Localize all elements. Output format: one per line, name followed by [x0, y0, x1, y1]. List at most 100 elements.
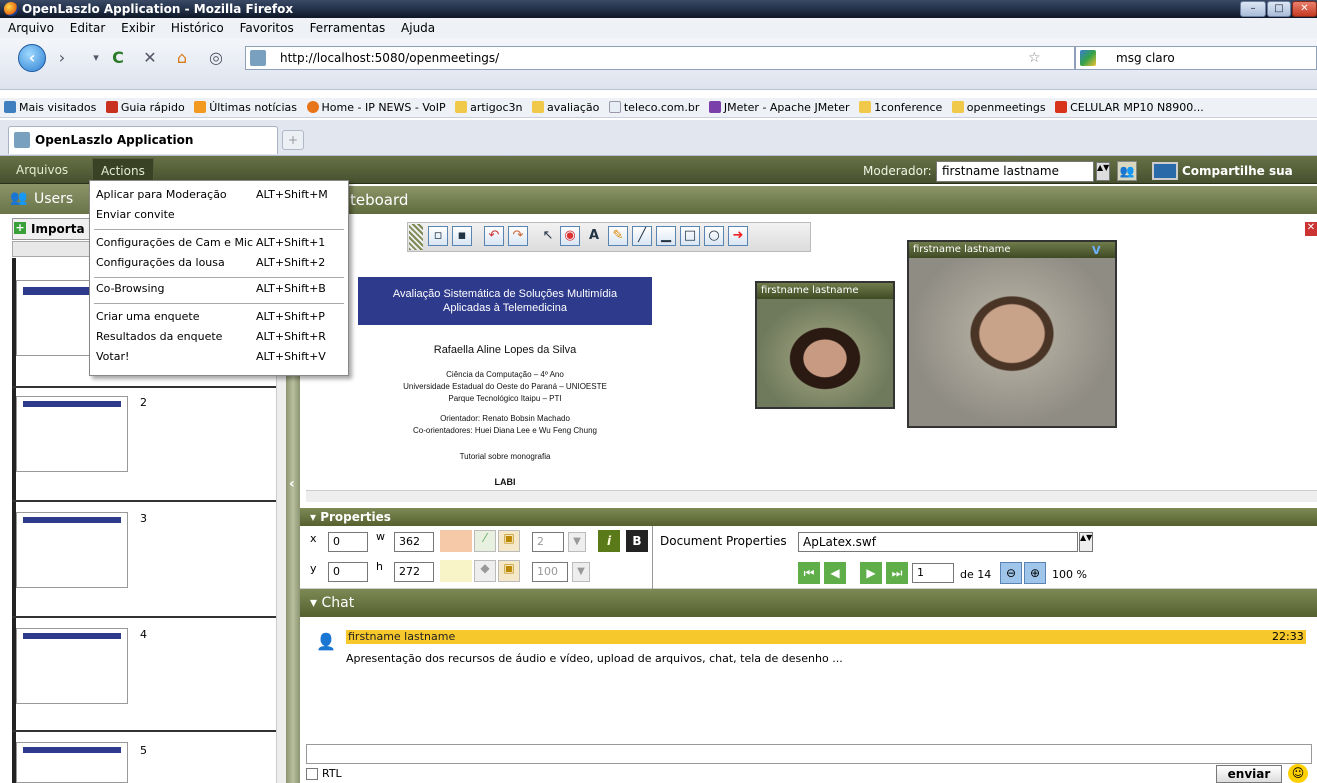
undo-icon[interactable]: ↶ [484, 226, 504, 246]
star-icon[interactable]: ☆ [1028, 50, 1041, 66]
emoticon-icon[interactable]: ☺ [1288, 764, 1308, 783]
search-input[interactable]: msg claro [1075, 46, 1317, 70]
back-button[interactable]: ‹ [18, 44, 46, 72]
forward-icon[interactable]: › [52, 48, 72, 68]
close-whiteboard-icon[interactable]: ✕ [1305, 222, 1317, 236]
chat-header[interactable]: ▾ Chat [300, 589, 1317, 617]
menu-arquivo[interactable]: Arquivo [8, 21, 54, 35]
bookmark-item[interactable]: Mais visitados [4, 98, 96, 117]
whiteboard-hscrollbar[interactable] [306, 490, 1317, 502]
search-engine-icon[interactable] [1080, 50, 1096, 66]
menu-exibir[interactable]: Exibir [121, 21, 155, 35]
bookmark-item[interactable]: Guia rápido [105, 98, 185, 117]
security-icon[interactable]: ◎ [206, 48, 226, 68]
new-page-icon[interactable]: ▫ [428, 226, 448, 246]
lock-icon[interactable]: ▣ [498, 530, 520, 552]
italic-icon[interactable]: i [598, 530, 620, 552]
users-icon[interactable]: 👥 [1117, 161, 1137, 181]
rtl-checkbox[interactable] [306, 768, 318, 780]
new-tab-button[interactable]: + [282, 130, 304, 150]
edit-color-icon[interactable]: ⁄ [474, 530, 496, 552]
ellipse-icon[interactable]: ○ [704, 226, 724, 246]
menu-ferramentas[interactable]: Ferramentas [310, 21, 386, 35]
maximize-button[interactable]: □ [1267, 1, 1291, 17]
line-color-swatch[interactable] [440, 530, 472, 552]
opacity-dropdown-icon[interactable]: ▼ [572, 562, 590, 582]
select-arrows-icon[interactable]: ▲▼ [1096, 162, 1110, 181]
menu-favoritos[interactable]: Favoritos [240, 21, 294, 35]
arrow-icon[interactable]: ➜ [728, 226, 748, 246]
fill-edit-icon[interactable]: ◆ [474, 560, 496, 582]
bookmark-item[interactable]: JMeter - Apache JMeter [708, 98, 850, 117]
next-page-icon[interactable]: ▶ [860, 562, 882, 584]
chat-input[interactable] [306, 744, 1312, 764]
menu-co-browsing[interactable]: Co-Browsing ALT+Shift+B [96, 279, 342, 299]
menu-actions[interactable]: Actions [92, 158, 154, 182]
menu-editar[interactable]: Editar [70, 21, 106, 35]
minimize-button[interactable]: – [1240, 1, 1266, 17]
first-page-icon[interactable]: ⏮ [798, 562, 820, 584]
underline-icon[interactable]: ▁ [656, 226, 676, 246]
menu-cam-mic-settings[interactable]: Configurações de Cam e Mic ALT+Shift+1 [96, 233, 342, 253]
menu-whiteboard-settings[interactable]: Configurações da lousa ALT+Shift+2 [96, 253, 342, 273]
document-select[interactable]: ApLatex.swf [798, 532, 1078, 552]
w-input[interactable]: 362 [394, 532, 434, 552]
bookmark-item[interactable]: Home - IP NEWS - VoIP [306, 98, 446, 117]
bold-icon[interactable]: B [626, 530, 648, 552]
bookmark-folder[interactable]: 1conference [859, 98, 942, 117]
menu-arquivos[interactable]: Arquivos [8, 158, 76, 182]
rectangle-icon[interactable]: □ [680, 226, 700, 246]
divider [652, 526, 653, 589]
collapse-arrow-icon[interactable]: ‹ [289, 476, 295, 492]
stroke-input[interactable]: 2 [532, 532, 564, 552]
send-button[interactable]: enviar [1216, 765, 1282, 783]
pointer-icon[interactable]: ↖ [538, 226, 558, 246]
last-page-icon[interactable]: ⏭ [886, 562, 908, 584]
pencil-icon[interactable]: ✎ [608, 226, 628, 246]
bookmark-folder[interactable]: openmeetings [951, 98, 1046, 117]
collapse-video-icon[interactable]: V [1092, 244, 1101, 257]
stop-icon[interactable]: ✕ [140, 48, 160, 68]
menu-send-invite[interactable]: Enviar convite [96, 205, 342, 225]
bookmark-item[interactable]: Últimas notícias [194, 98, 297, 117]
slide-line: Tutorial sobre monografia [459, 452, 551, 461]
history-dropdown-icon[interactable]: ▾ [86, 48, 106, 68]
reload-icon[interactable]: C [108, 48, 128, 68]
y-input[interactable]: 0 [328, 562, 368, 582]
zoom-tool-icon[interactable]: ◉ [560, 226, 580, 246]
video-pod-1[interactable]: firstname lastname [755, 281, 895, 409]
stroke-dropdown-icon[interactable]: ▼ [568, 532, 586, 552]
toolbar-grip[interactable] [409, 224, 423, 250]
opacity-input[interactable]: 100 [532, 562, 568, 582]
bookmark-item[interactable]: CELULAR MP10 N8900... [1055, 98, 1204, 117]
text-tool-icon[interactable]: A [584, 226, 604, 246]
menu-poll-results[interactable]: Resultados da enquete ALT+Shift+R [96, 327, 342, 347]
select-arrows-icon[interactable]: ▲▼ [1079, 532, 1093, 552]
x-input[interactable]: 0 [328, 532, 368, 552]
url-input[interactable]: http://localhost:5080/openmeetings/ [245, 46, 1075, 70]
page-input[interactable]: 1 [912, 563, 954, 583]
save-icon[interactable]: ▪ [452, 226, 472, 246]
h-input[interactable]: 272 [394, 562, 434, 582]
fill-color-swatch[interactable] [440, 560, 472, 582]
menu-apply-moderation[interactable]: Aplicar para Moderação ALT+Shift+M [96, 185, 342, 205]
bookmark-folder[interactable]: artigoc3n [455, 98, 522, 117]
bookmark-item[interactable]: teleco.com.br [608, 98, 699, 117]
prev-page-icon[interactable]: ◀ [824, 562, 846, 584]
zoom-in-icon[interactable]: ⊕ [1024, 562, 1046, 584]
menu-vote[interactable]: Votar! ALT+Shift+V [96, 347, 342, 367]
fill-lock-icon[interactable]: ▣ [498, 560, 520, 582]
menu-create-poll[interactable]: Criar uma enquete ALT+Shift+P [96, 307, 342, 327]
video-pod-2[interactable]: firstname lastname [907, 240, 1117, 428]
zoom-out-icon[interactable]: ⊖ [1000, 562, 1022, 584]
redo-icon[interactable]: ↷ [508, 226, 528, 246]
close-button[interactable]: ✕ [1292, 1, 1317, 17]
menu-ajuda[interactable]: Ajuda [401, 21, 435, 35]
bookmark-folder[interactable]: avaliação [531, 98, 599, 117]
properties-header[interactable]: ▾ Properties [300, 508, 1317, 526]
moderator-select[interactable]: firstname lastname [936, 161, 1094, 182]
line-icon[interactable]: ╱ [632, 226, 652, 246]
tab-openlaszlo[interactable]: OpenLaszlo Application [8, 126, 278, 154]
menu-historico[interactable]: Histórico [171, 21, 224, 35]
home-icon[interactable]: ⌂ [172, 48, 192, 68]
